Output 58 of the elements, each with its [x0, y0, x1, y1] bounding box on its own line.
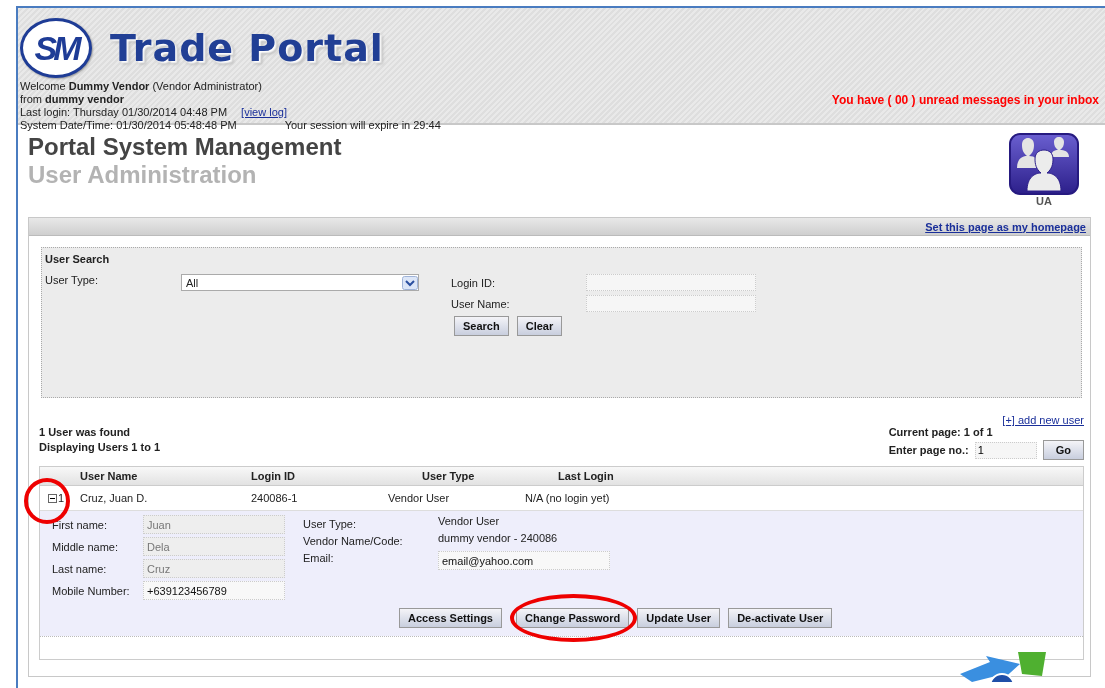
page-number-field[interactable]: 1 — [974, 441, 1037, 459]
results-count: 1 User was found — [39, 426, 132, 438]
action-button[interactable]: De-activate User — [728, 608, 833, 628]
vendor-text: from dummy vendor — [20, 93, 125, 106]
add-user-link[interactable]: [+] add new user — [1002, 414, 1084, 426]
collapse-icon[interactable] — [48, 493, 57, 503]
column-header: User Type — [421, 470, 476, 482]
search-button[interactable]: Search — [454, 316, 509, 336]
page-subtitle: User Administration — [28, 161, 258, 189]
current-page-text: Current page: 1 of 1 — [888, 426, 993, 438]
user-type-label: User Type: — [45, 274, 99, 288]
results-range: Displaying Users 1 to 1 — [39, 441, 161, 453]
login-id-label: Login ID: — [451, 276, 497, 289]
set-homepage-link[interactable]: Set this page as my homepage — [925, 220, 1086, 233]
system-time-text: System Date/Time: 01/30/2014 05:48:48 PM — [20, 119, 237, 132]
column-header: Last Login — [557, 470, 615, 482]
user-name-field[interactable] — [586, 295, 756, 312]
column-header: Login ID — [251, 470, 296, 482]
field-label: User Type: — [303, 518, 357, 530]
row-number: 1 — [58, 492, 65, 504]
table-cell-text: Vendor User — [388, 492, 451, 504]
action-button[interactable]: Change Password — [516, 608, 630, 628]
table-cell-text: Cruz, Juan D. — [80, 492, 149, 504]
welcome-text: Welcome Dummy Vendor (Vendor Administrator) — [20, 80, 263, 93]
users-icon — [1009, 133, 1079, 195]
page-title: Portal System Management — [28, 133, 342, 161]
column-header: User Name — [80, 470, 139, 482]
action-button[interactable]: Update User — [637, 608, 721, 628]
page-number-label: Enter page no.: — [888, 444, 969, 456]
field-label: Email: — [303, 552, 335, 564]
user-name-label: User Name: — [451, 297, 511, 310]
search-title: User Search — [45, 253, 111, 265]
session-text: Your session will expire in 29:44 — [284, 119, 441, 132]
email-field[interactable]: email@yahoo.com — [438, 551, 610, 570]
field-label: Middle name: — [52, 540, 120, 553]
logo: SM — [20, 18, 92, 78]
input-field[interactable]: Dela — [143, 537, 285, 556]
user-type-dropdown[interactable]: All — [181, 274, 419, 291]
field-value: dummy vendor - 240086 — [438, 532, 558, 544]
field-value: Vendor User — [438, 515, 500, 527]
input-field[interactable]: Juan — [143, 515, 285, 534]
last-login-text: Last login: Thursday 01/30/2014 04:48 PM — [20, 106, 228, 119]
go-button[interactable]: Go — [1042, 440, 1084, 460]
module-label: UA — [1036, 195, 1052, 207]
field-label: Vendor Name/Code: — [303, 535, 404, 547]
input-field[interactable]: Cruz — [143, 559, 285, 578]
field-label: Last name: — [52, 562, 108, 575]
view-log-link[interactable]: [view log] — [241, 106, 287, 119]
field-label: Mobile Number: — [52, 584, 131, 597]
login-id-field[interactable] — [586, 274, 756, 291]
caret-icon — [402, 275, 418, 290]
site-title: Trade Portal — [110, 26, 384, 70]
table-cell-text: N/A (no login yet) — [525, 492, 611, 504]
table-cell-text: 240086-1 — [251, 492, 299, 504]
unread-messages-text: You have ( 00 ) unread messages in your inbox — [831, 93, 1099, 107]
clear-button[interactable]: Clear — [516, 316, 563, 336]
action-button[interactable]: Access Settings — [399, 608, 502, 628]
input-field[interactable]: +639123456789 — [143, 581, 285, 600]
